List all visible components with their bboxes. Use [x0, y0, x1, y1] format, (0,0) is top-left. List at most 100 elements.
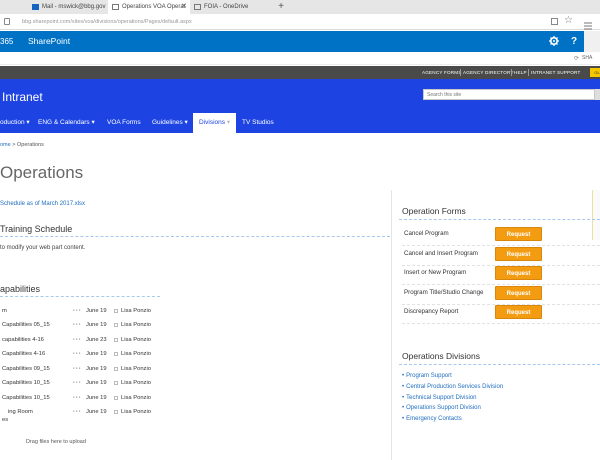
sync-icon[interactable]: ⟳: [574, 55, 579, 62]
request-button[interactable]: Request: [495, 266, 542, 280]
breadcrumb-home-link[interactable]: ome: [0, 142, 11, 148]
form-row-title-studio-change: Program Title/Studio Change Request: [402, 286, 600, 305]
select-checkbox[interactable]: [114, 352, 118, 356]
select-checkbox[interactable]: [114, 338, 118, 342]
lock-icon: [4, 18, 10, 25]
agency-directory-link[interactable]: AGENCY DIRECTORY: [463, 66, 514, 79]
document-row[interactable]: ing Room es ··· June 19 Lisa Ponzio: [0, 406, 170, 426]
document-name[interactable]: Capabilities 4-16: [2, 348, 45, 360]
document-name[interactable]: Capabilities 09_15: [2, 363, 50, 375]
share-button[interactable]: SHA: [582, 55, 592, 61]
request-button[interactable]: Request: [495, 247, 542, 261]
browser-tab-partial[interactable]: [0, 0, 28, 14]
column-divider: [391, 190, 392, 460]
section-divider: [0, 296, 160, 297]
select-checkbox[interactable]: [114, 367, 118, 371]
form-label: Cancel and Insert Program: [404, 250, 478, 257]
document-row[interactable]: Capabilities 10_15 ··· June 19 Lisa Ponz…: [0, 377, 170, 389]
browser-tab-operations[interactable]: Operations VOA Operat ✕: [108, 0, 190, 14]
more-options-icon[interactable]: ···: [73, 363, 82, 375]
division-link-technical-support[interactable]: • Technical Support Division: [402, 395, 476, 401]
request-button[interactable]: Request: [495, 305, 542, 319]
document-name[interactable]: m: [2, 305, 7, 317]
site-title[interactable]: Intranet: [2, 90, 43, 104]
document-row[interactable]: Capabilities 09_15 ··· June 19 Lisa Ponz…: [0, 363, 170, 375]
favorite-star-icon[interactable]: ☆: [564, 15, 573, 26]
more-options-icon[interactable]: ···: [73, 305, 82, 317]
nav-label: TV Studios: [242, 119, 274, 126]
document-name[interactable]: Capabilities 10_15: [2, 392, 50, 404]
chevron-down-icon: ▾: [26, 119, 30, 126]
document-name[interactable]: Capabilities 10_15: [2, 377, 50, 389]
select-checkbox[interactable]: [114, 381, 118, 385]
document-row[interactable]: m ··· June 19 Lisa Ponzio: [0, 305, 170, 317]
more-options-icon[interactable]: ···: [73, 392, 82, 404]
more-options-icon[interactable]: ···: [73, 319, 82, 331]
document-date: June 23: [86, 337, 107, 343]
intranet-support-link[interactable]: INTRANET SUPPORT: [531, 66, 581, 79]
modified-by: Lisa Ponzio: [121, 337, 151, 343]
agency-highlight-button[interactable]: GL: [590, 68, 600, 77]
link-separator: [460, 69, 461, 76]
document-row[interactable]: Capabilities 4-16 ··· June 19 Lisa Ponzi…: [0, 348, 170, 360]
document-row[interactable]: Capabilities 05_15 ··· June 19 Lisa Ponz…: [0, 319, 170, 331]
bullet-icon: •: [402, 395, 405, 401]
more-options-icon[interactable]: ···: [73, 348, 82, 360]
document-date: June 19: [86, 366, 107, 372]
request-button[interactable]: Request: [495, 227, 542, 241]
schedule-file-link[interactable]: Schedule as of March 2017.xlsx: [0, 201, 85, 207]
more-options-icon[interactable]: ···: [73, 334, 82, 346]
close-tab-icon[interactable]: ✕: [181, 0, 187, 14]
agency-forms-link[interactable]: AGENCY FORMS: [422, 66, 462, 79]
division-link-program-support[interactable]: • Program Support: [402, 373, 452, 379]
operation-forms-title: Operation Forms: [402, 206, 466, 216]
select-checkbox[interactable]: [114, 410, 118, 414]
account-avatar[interactable]: [584, 31, 600, 52]
document-name[interactable]: ing Room: [8, 406, 33, 418]
new-tab-button[interactable]: +: [276, 0, 286, 14]
section-divider: [399, 364, 600, 365]
help-link[interactable]: HELP: [514, 66, 527, 79]
nav-item-guidelines[interactable]: Guidelines ▾: [152, 113, 188, 133]
nav-label: Divisions: [199, 119, 226, 126]
request-button[interactable]: Request: [495, 286, 542, 300]
reading-view-icon[interactable]: [551, 18, 558, 25]
document-date: June 19: [86, 409, 107, 415]
url-field[interactable]: bbg.sharepoint.com/sites/voa/divisions/o…: [22, 16, 192, 28]
browser-tab-label: Mail - mswick@bbg.gov: [42, 4, 106, 10]
hub-icon[interactable]: [584, 17, 592, 30]
division-link-label: Operations Support Division: [406, 405, 481, 411]
document-date: June 19: [86, 380, 107, 386]
document-date: June 19: [86, 351, 107, 357]
browser-tab-mail[interactable]: Mail - mswick@bbg.gov: [28, 0, 108, 14]
division-link-central-production[interactable]: • Central Production Services Division: [402, 384, 503, 390]
training-schedule-title: Training Schedule: [0, 224, 73, 234]
more-options-icon[interactable]: ···: [73, 377, 82, 389]
division-link-operations-support[interactable]: • Operations Support Division: [402, 405, 481, 411]
nav-item-eng-calendars[interactable]: ENG & Calendars ▾: [38, 113, 95, 133]
nav-item-divisions[interactable]: Divisions ▾: [193, 113, 237, 134]
page-title: Operations: [0, 163, 84, 182]
document-row[interactable]: Capabilities 10_15 ··· June 19 Lisa Ponz…: [0, 392, 170, 404]
nav-item-production[interactable]: oduction ▾: [0, 113, 30, 133]
search-icon[interactable]: [595, 89, 600, 100]
nav-item-voa-forms[interactable]: VOA Forms: [107, 113, 141, 133]
sharepoint-label[interactable]: SharePoint: [28, 31, 70, 52]
document-name[interactable]: capabilities 4-16: [2, 334, 44, 346]
document-row[interactable]: capabilities 4-16 ··· June 23 Lisa Ponzi…: [0, 334, 170, 346]
form-label: Program Title/Studio Change: [404, 289, 484, 296]
drag-files-hint[interactable]: Drag files here to upload: [26, 439, 86, 445]
help-button[interactable]: ?: [564, 31, 584, 52]
office365-label[interactable]: 365: [0, 31, 13, 52]
document-name[interactable]: Capabilities 05_15: [2, 319, 50, 331]
select-checkbox[interactable]: [114, 396, 118, 400]
browser-tab-foia[interactable]: FOIA - OneDrive: [190, 0, 276, 14]
settings-gear-icon[interactable]: [544, 31, 564, 52]
site-search-input[interactable]: [423, 89, 595, 100]
select-checkbox[interactable]: [114, 309, 118, 313]
nav-item-tv-studios[interactable]: TV Studios: [242, 113, 274, 133]
more-options-icon[interactable]: ···: [73, 406, 82, 418]
select-checkbox[interactable]: [114, 323, 118, 327]
division-link-emergency-contacts[interactable]: • Emergency Contacts: [402, 416, 462, 422]
chevron-down-icon: ▾: [184, 119, 188, 126]
